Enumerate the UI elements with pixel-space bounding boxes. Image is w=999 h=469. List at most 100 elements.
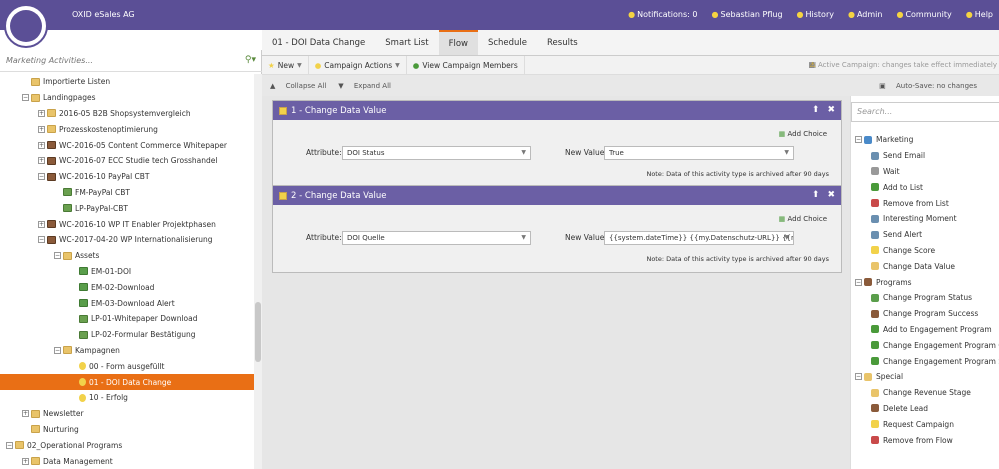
add-choice-button[interactable]: ▦ Add Choice: [779, 215, 827, 223]
collapse-icon[interactable]: −: [855, 136, 862, 144]
expand-icon[interactable]: +: [22, 457, 29, 465]
palette-item[interactable]: Remove from List: [855, 195, 999, 211]
tree-item[interactable]: 01 - DOI Data Change: [0, 374, 254, 390]
top-nav-item[interactable]: ● Admin: [848, 10, 882, 19]
collapse-icon[interactable]: −: [54, 346, 61, 354]
palette-item[interactable]: Interesting Moment: [855, 211, 999, 227]
tree-scrollbar[interactable]: [254, 74, 262, 469]
tree-item[interactable]: − Kampagnen: [0, 343, 254, 359]
tab-flow[interactable]: Flow: [438, 30, 478, 55]
tree-item[interactable]: − 02_Operational Programs: [0, 437, 254, 453]
tree-item[interactable]: EM-03-Download Alert: [0, 295, 254, 311]
top-nav-item[interactable]: ● History: [797, 10, 834, 19]
tree-item[interactable]: − WC-2016-10 PayPal CBT: [0, 169, 254, 185]
expand-icon[interactable]: +: [38, 109, 45, 117]
new-value-select[interactable]: {{system.dateTime}} {{my.Datenschutz-URL…: [604, 231, 794, 245]
tree-item[interactable]: + WC-2016-05 Content Commerce Whitepaper: [0, 137, 254, 153]
tree-item[interactable]: Nurturing: [0, 422, 254, 438]
palette-item[interactable]: Change Engagement Program Cadence: [855, 337, 999, 353]
palette-item[interactable]: Add to Engagement Program: [855, 322, 999, 338]
expand-icon[interactable]: +: [38, 220, 45, 228]
collapse-icon[interactable]: −: [54, 252, 61, 260]
palette-item[interactable]: Change Program Status: [855, 290, 999, 306]
collapse-icon[interactable]: −: [855, 373, 862, 381]
top-nav-item[interactable]: ● Help: [966, 10, 993, 19]
collapse-icon[interactable]: −: [38, 173, 45, 181]
add-choice-button[interactable]: ▦ Add Choice: [779, 130, 827, 138]
palette-item[interactable]: Request Campaign: [855, 416, 999, 432]
new-value-select[interactable]: True ▼: [604, 146, 794, 160]
expand-icon[interactable]: +: [38, 141, 45, 149]
new-button[interactable]: ★ New ▼: [262, 56, 309, 74]
filter-icon[interactable]: ⚲▾: [245, 55, 256, 65]
tree-item[interactable]: + Newsletter: [0, 406, 254, 422]
tree-item[interactable]: +2016-05 B2B Shopsystemvergleich: [0, 106, 254, 122]
activities-search-input[interactable]: [0, 50, 230, 70]
attribute-select[interactable]: DOI Quelle ▼: [342, 231, 531, 245]
top-nav-item[interactable]: ● Notifications: 0: [628, 10, 697, 19]
view-campaign-members-button[interactable]: ● View Campaign Members: [407, 56, 525, 74]
palette-category[interactable]: − Programs: [855, 274, 999, 290]
palette-category[interactable]: − Marketing: [855, 132, 999, 148]
campaign-actions-button[interactable]: ● Campaign Actions ▼: [309, 56, 407, 74]
tree-item[interactable]: − WC-2017-04-20 WP Internationalisierung: [0, 232, 254, 248]
palette-item[interactable]: Change Data Value: [855, 258, 999, 274]
top-nav-item[interactable]: ● Sebastian Pflug: [712, 10, 783, 19]
tree-item[interactable]: − Landingpages: [0, 90, 254, 106]
tree-item[interactable]: EM-02-Download: [0, 279, 254, 295]
folder-icon: [47, 125, 56, 134]
expand-icon[interactable]: +: [38, 125, 45, 133]
tree-item[interactable]: 00 - Form ausgefüllt: [0, 358, 254, 374]
palette-item[interactable]: Delete Lead: [855, 401, 999, 417]
tab-01-doi-data-change[interactable]: 01 - DOI Data Change: [262, 30, 375, 55]
palette-item[interactable]: Remove from Flow: [855, 432, 999, 448]
tree-item[interactable]: + WC-2016-07 ECC Studie tech Grosshandel: [0, 153, 254, 169]
tree-item[interactable]: LP-01-Whitepaper Download: [0, 311, 254, 327]
top-nav-item[interactable]: ● Community: [896, 10, 951, 19]
tab-results[interactable]: Results: [537, 30, 588, 55]
close-icon[interactable]: ✖: [827, 105, 835, 115]
collapse-icon[interactable]: −: [6, 441, 13, 449]
palette-item[interactable]: Change Program Success: [855, 306, 999, 322]
collapse-icon[interactable]: −: [38, 236, 45, 244]
move-up-icon[interactable]: ⬆: [812, 190, 820, 200]
palette-item[interactable]: Wait: [855, 164, 999, 180]
tree-item[interactable]: − Assets: [0, 248, 254, 264]
palette-item[interactable]: Send Email: [855, 148, 999, 164]
tree-item[interactable]: + Prozesskostenoptimierung: [0, 121, 254, 137]
collapse-icon[interactable]: −: [855, 278, 862, 286]
move-up-icon[interactable]: ⬆: [812, 105, 820, 115]
palette-item[interactable]: Send Alert: [855, 227, 999, 243]
tab-smart-list[interactable]: Smart List: [375, 30, 438, 55]
new-value-label: New Value:: [565, 148, 607, 157]
tree-item[interactable]: EM-01-DOI: [0, 264, 254, 280]
tree-item[interactable]: + WC-2016-10 WP IT Enabler Projektphasen: [0, 216, 254, 232]
flow-action-icon: [871, 309, 879, 318]
collapse-all-button[interactable]: ▲ Collapse All: [270, 82, 326, 90]
marketing-activities-panel: ⚲▾ Importierte Listen − Landingpages +2016-…: [0, 50, 262, 469]
expand-icon[interactable]: +: [38, 157, 45, 165]
expand-icon[interactable]: +: [22, 410, 29, 418]
tab-schedule[interactable]: Schedule: [478, 30, 537, 55]
palette-item[interactable]: Change Score: [855, 243, 999, 259]
bulb-icon: [79, 378, 86, 387]
tree-item[interactable]: LP-02-Formular Bestätigung: [0, 327, 254, 343]
tree-item[interactable]: LP-PayPal-CBT: [0, 200, 254, 216]
palette-label: Change Engagement Program Stream: [883, 356, 999, 366]
tree-item[interactable]: + Data Management: [0, 453, 254, 469]
close-icon[interactable]: ✖: [827, 190, 835, 200]
tree-item[interactable]: FM-PayPal CBT: [0, 185, 254, 201]
attribute-select[interactable]: DOI Status ▼: [342, 146, 531, 160]
palette-category[interactable]: − Special: [855, 369, 999, 385]
collapse-icon[interactable]: −: [22, 94, 29, 102]
marketo-logo[interactable]: [4, 4, 48, 48]
palette-search-input[interactable]: Search...: [851, 102, 999, 122]
tree-item[interactable]: Importierte Listen: [0, 74, 254, 90]
palette-item[interactable]: Change Engagement Program Stream: [855, 353, 999, 369]
tree-item[interactable]: 10 - Erfolg: [0, 390, 254, 406]
scroll-thumb[interactable]: [255, 302, 261, 362]
palette-label: Change Program Status: [883, 293, 973, 303]
palette-item[interactable]: Add to List: [855, 179, 999, 195]
expand-all-button[interactable]: ▼ Expand All: [338, 82, 391, 90]
palette-item[interactable]: Change Revenue Stage: [855, 385, 999, 401]
